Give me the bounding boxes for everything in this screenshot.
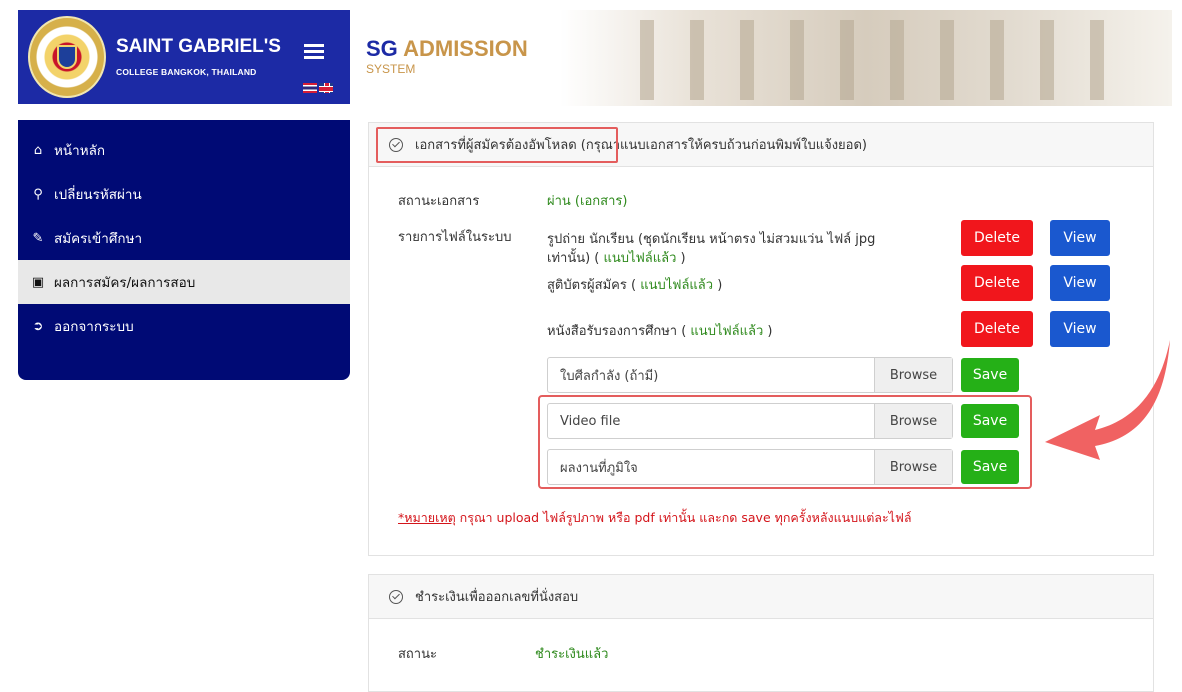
file-name-line2: เท่านั้น) ( — [547, 251, 600, 266]
sidebar-item-label: ผลการสมัคร/ผลการสอบ — [54, 275, 196, 291]
sidebar-item-results[interactable]: ▣ ผลการสมัคร/ผลการสอบ — [18, 260, 350, 304]
home-icon: ⌂ — [33, 142, 43, 158]
file-close-paren: ) — [676, 251, 686, 266]
payment-title: ชำระเงินเพื่อออกเลขที่นั่งสอบ — [415, 590, 579, 605]
save-baptism-button[interactable]: Save — [961, 358, 1019, 392]
file-name: หนังสือรับรองการศึกษา ( — [547, 324, 687, 339]
view-birth-cert-button[interactable]: View — [1050, 265, 1110, 301]
sidebar-item-logout[interactable]: ➲ ออกจากระบบ — [18, 304, 350, 348]
title-accent: ADMISSION — [403, 36, 528, 61]
browse-button[interactable]: Browse — [874, 358, 952, 392]
sidebar-item-home[interactable]: ⌂ หน้าหลัก — [18, 128, 350, 172]
sidebar-item-change-password[interactable]: ⚲ เปลี่ยนรหัสผ่าน — [18, 172, 350, 216]
brand-title: SAINT GABRIEL'S — [116, 36, 281, 57]
payment-card-header: ชำระเงินเพื่อออกเลขที่นั่งสอบ — [369, 575, 1153, 619]
uk-flag-icon[interactable] — [319, 83, 333, 93]
brand-subtitle: COLLEGE BANGKOK, THAILAND — [116, 67, 257, 77]
sidebar-item-label: สมัครเข้าศึกษา — [54, 231, 143, 247]
highlight-box-title — [376, 127, 618, 163]
sidebar-header: SAINT GABRIEL'S COLLEGE BANGKOK, THAILAN… — [18, 10, 350, 104]
note-prefix: *หมายเหตุ — [398, 510, 456, 525]
page-title: SG ADMISSION — [366, 36, 528, 62]
file-attached-status: แนบไฟล์แล้ว — [690, 324, 764, 339]
upload-placeholder: ใบศีลกำลัง (ถ้ามี) — [560, 368, 659, 384]
key-icon: ⚲ — [33, 186, 43, 202]
college-logo — [28, 16, 106, 98]
sidebar-item-apply[interactable]: ✎ สมัครเข้าศึกษา — [18, 216, 350, 260]
file-close-paren: ) — [713, 278, 723, 293]
sidebar-item-label: ออกจากระบบ — [54, 319, 134, 335]
payment-status-value: ชำระเงินแล้ว — [535, 647, 609, 662]
sidebar-item-label: เปลี่ยนรหัสผ่าน — [54, 187, 142, 203]
header-banner-photo — [560, 10, 1172, 106]
status-value: ผ่าน (เอกสาร) — [547, 194, 628, 209]
file-attached-status: แนบไฟล์แล้ว — [603, 251, 677, 266]
highlight-box-uploads — [538, 395, 1032, 489]
file-close-paren: ) — [763, 324, 773, 339]
thai-flag-icon[interactable] — [303, 83, 317, 93]
sidebar-nav: ⌂ หน้าหลัก ⚲ เปลี่ยนรหัสผ่าน ✎ สมัครเข้า… — [18, 120, 350, 380]
hamburger-menu-icon[interactable] — [304, 44, 324, 60]
files-label: รายการไฟล์ในระบบ — [398, 230, 512, 245]
file-name: สูติบัตรผู้สมัคร ( — [547, 278, 637, 293]
payment-status-label: สถานะ — [398, 647, 437, 662]
logo-crest — [57, 45, 77, 69]
file-entry-education-cert: หนังสือรับรองการศึกษา ( แนบไฟล์แล้ว ) — [547, 320, 773, 341]
edit-icon: ✎ — [32, 230, 44, 246]
file-entry-birth-cert: สูติบัตรผู้สมัคร ( แนบไฟล์แล้ว ) — [547, 274, 722, 295]
status-label: สถานะเอกสาร — [398, 194, 480, 209]
note-text: กรุณา upload ไฟล์รูปภาพ หรือ pdf เท่านั้… — [455, 510, 912, 525]
payment-card: ชำระเงินเพื่อออกเลขที่นั่งสอบ — [368, 574, 1154, 692]
upload-field-baptism[interactable]: ใบศีลกำลัง (ถ้ามี) Browse — [547, 357, 953, 393]
red-arrow-icon — [1045, 340, 1170, 460]
title-main: SG — [366, 36, 404, 61]
page-subtitle: SYSTEM — [366, 62, 416, 76]
upload-note: *หมายเหตุ กรุณา upload ไฟล์รูปภาพ หรือ p… — [398, 508, 911, 528]
delete-birth-cert-button[interactable]: Delete — [961, 265, 1033, 301]
doc-icon: ▣ — [31, 274, 45, 290]
file-entry-photo: รูปถ่าย นักเรียน (ชุดนักเรียน หน้าตรง ไม… — [547, 230, 947, 268]
sidebar-item-label: หน้าหลัก — [54, 143, 106, 159]
delete-photo-button[interactable]: Delete — [961, 220, 1033, 256]
delete-education-cert-button[interactable]: Delete — [961, 311, 1033, 347]
sign-out-icon: ➲ — [32, 318, 44, 334]
file-attached-status: แนบไฟล์แล้ว — [640, 278, 714, 293]
file-name-line1: รูปถ่าย นักเรียน (ชุดนักเรียน หน้าตรง ไม… — [547, 232, 876, 247]
check-circle-icon — [389, 589, 403, 604]
view-photo-button[interactable]: View — [1050, 220, 1110, 256]
